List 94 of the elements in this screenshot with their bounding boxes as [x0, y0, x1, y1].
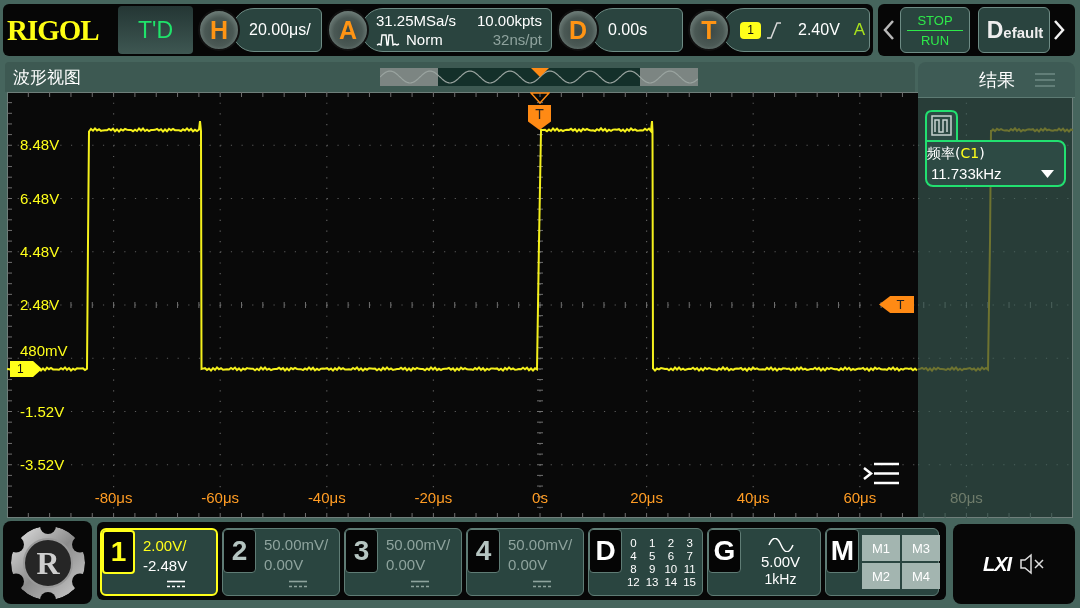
bit-label: 14: [663, 575, 679, 588]
generator-key: G: [708, 529, 741, 573]
generator-amplitude: 5.00V: [760, 552, 801, 570]
trigger-source-badge: 1: [740, 21, 761, 39]
bit-label: 11: [682, 562, 697, 575]
y-axis-label: 4.48V: [20, 242, 60, 261]
generator-panel[interactable]: G 5.00V 1kHz: [707, 528, 821, 596]
bit-label: 13: [644, 575, 660, 588]
y-axis-label: 2.48V: [20, 296, 60, 314]
gear-logo-icon: R: [9, 524, 86, 601]
channel-number: 2: [223, 529, 256, 573]
channel-number: 4: [467, 529, 500, 573]
x-axis-label: -80μs: [93, 489, 134, 507]
vertical-offset: -2.48V: [143, 557, 189, 574]
y-axis-label: -1.52V: [20, 402, 65, 421]
measurement-label: 频率(C1): [927, 145, 986, 163]
vertical-scale: 50.00mV/: [264, 536, 330, 553]
acquisition-button[interactable]: A: [327, 9, 369, 51]
run-stop-button[interactable]: STOP RUN: [900, 7, 970, 53]
channel-panel[interactable]: 4 50.00mV/ 0.00V: [466, 528, 584, 596]
bit-label: 3: [685, 536, 694, 549]
dc-coupling-icon: [288, 580, 307, 588]
x-axis-label: 0s: [531, 489, 549, 507]
speaker-muted-icon[interactable]: [1019, 553, 1046, 575]
delay-button[interactable]: D: [557, 9, 599, 51]
panel-title: 结果: [978, 67, 1015, 92]
pulse-icon: [376, 32, 400, 47]
waveform-overview[interactable]: [380, 68, 698, 86]
x-axis-label: 60μs: [842, 489, 878, 507]
dropdown-icon[interactable]: [1041, 169, 1054, 178]
sample-rate: 31.25MSa/s: [376, 12, 458, 29]
channel-marker[interactable]: 1: [10, 361, 42, 377]
memory-depth: 10.00kpts: [476, 12, 542, 29]
bit-label: 4: [629, 549, 638, 562]
bit-label: 6: [666, 549, 676, 562]
bit-label: 12: [625, 575, 641, 588]
dc-coupling-icon: [532, 580, 551, 588]
bit-label: 5: [647, 549, 657, 562]
bit-label: 10: [663, 562, 679, 575]
x-axis-label: 80μs: [948, 489, 984, 507]
measurement-type-icon[interactable]: [925, 110, 958, 141]
vertical-offset: 0.00V: [386, 556, 427, 573]
channel-number: 1: [102, 530, 135, 574]
vertical-scale: 50.00mV/: [508, 536, 574, 553]
lxi-logo: LXI: [982, 552, 1012, 576]
bit-label: 15: [682, 575, 697, 588]
sine-wave-icon: [767, 537, 794, 552]
vertical-scale: 50.00mV/: [386, 536, 452, 553]
x-axis-label: -20μs: [413, 489, 454, 507]
menu-icon[interactable]: [862, 460, 900, 487]
sample-interval: 32ns/pt: [491, 31, 542, 48]
y-axis-label: 8.48V: [20, 136, 60, 155]
horizontal-button[interactable]: H: [198, 9, 240, 51]
trigger-position-icon: [530, 92, 550, 104]
trigger-button[interactable]: T: [688, 9, 730, 51]
bit-label: 1: [647, 536, 657, 549]
digital-panel[interactable]: D 0 1 2 3 4 5 6 7 8 9 10 11 12 13 14 15: [588, 528, 703, 596]
x-axis-label: -60μs: [200, 489, 241, 507]
generator-frequency: 1kHz: [764, 570, 797, 587]
digital-key: D: [589, 529, 622, 573]
channel-panel[interactable]: 2 50.00mV/ 0.00V: [222, 528, 340, 596]
vertical-offset: 0.00V: [508, 556, 549, 573]
x-axis-label: 40μs: [735, 489, 771, 507]
channel-panel[interactable]: 1 2.00V/ -2.48V: [100, 528, 218, 596]
bit-label: 0: [629, 536, 638, 549]
logo-button[interactable]: R: [3, 521, 92, 604]
y-axis-label: -3.52V: [20, 455, 65, 474]
chevron-left-icon[interactable]: [883, 19, 895, 41]
x-axis-label: 20μs: [629, 489, 664, 507]
bit-label: 2: [666, 536, 676, 549]
brand-logo: RIGOL: [7, 13, 100, 47]
y-axis-label: 6.48V: [20, 189, 60, 208]
trigger-level: 2.40V: [798, 21, 840, 39]
trigger-sweep-mode: A: [853, 20, 865, 40]
mode-button[interactable]: T'D: [118, 6, 193, 54]
channel-number: 3: [345, 529, 378, 573]
chevron-right-icon[interactable]: [1053, 19, 1065, 41]
rising-edge-icon: [766, 21, 782, 39]
x-axis-label: -40μs: [306, 489, 347, 507]
bit-label: 7: [685, 549, 694, 562]
bit-label: 9: [647, 562, 657, 575]
vertical-offset: 0.00V: [264, 556, 305, 573]
y-axis-label: 480mV: [20, 342, 68, 360]
measurement-value: 11.733kHz: [930, 165, 1003, 182]
channel-panel[interactable]: 3 50.00mV/ 0.00V: [344, 528, 462, 596]
acquisition-mode: Norm: [406, 31, 443, 48]
bit-label: 8: [629, 562, 638, 575]
position-marker-icon[interactable]: [531, 68, 549, 77]
default-button[interactable]: Default: [978, 7, 1050, 53]
dc-coupling-icon: [166, 580, 185, 588]
vertical-scale: 2.00V/: [143, 537, 188, 554]
math-key: M: [826, 529, 859, 573]
dc-coupling-icon: [410, 580, 429, 588]
view-title: 波形视图: [12, 65, 82, 89]
